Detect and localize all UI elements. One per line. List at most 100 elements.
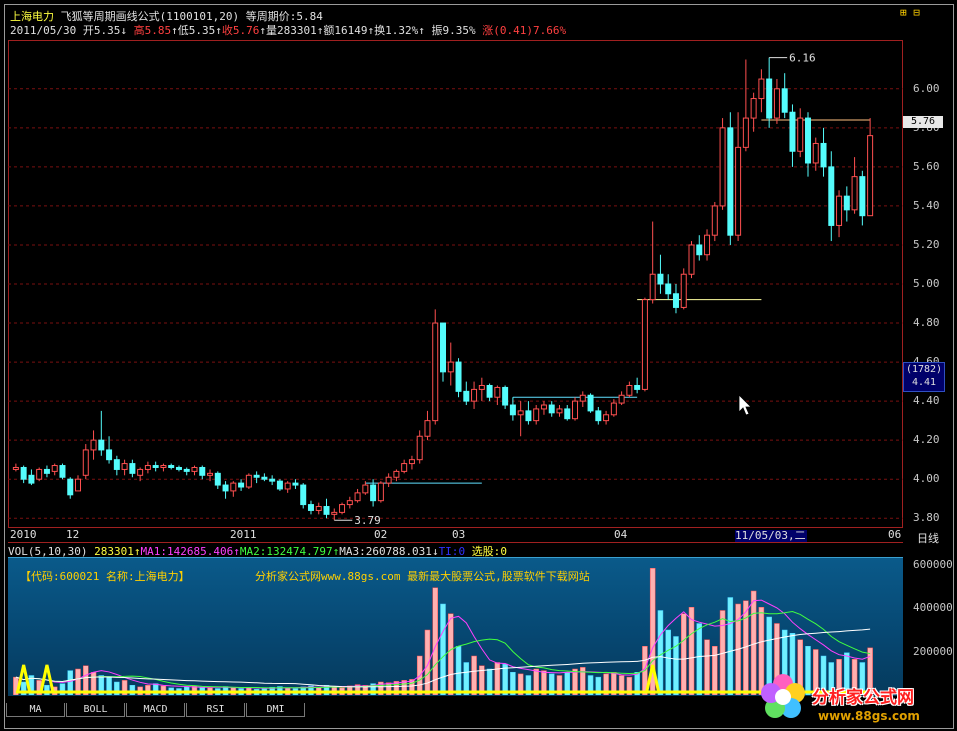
- candle-body: [36, 468, 43, 480]
- candle-body: [75, 478, 82, 492]
- candle-body: [222, 484, 229, 492]
- down-arrow-icon: ↓: [120, 24, 127, 37]
- candle-body: [463, 390, 470, 402]
- indicator-tabs: MA BOLL MACD RSI DMI: [6, 703, 306, 717]
- change-label: 涨: [482, 24, 494, 37]
- candle-body: [59, 465, 66, 478]
- candle-body: [315, 506, 322, 511]
- tab-boll[interactable]: BOLL: [66, 703, 125, 717]
- candle-body: [696, 244, 703, 256]
- candle-body: [245, 474, 252, 488]
- up-arrow-icon: ↑: [215, 24, 222, 37]
- candle-body: [579, 394, 586, 402]
- volume-bar: [145, 685, 151, 695]
- candle-body: [812, 142, 819, 164]
- date-tick-label: 02: [374, 528, 388, 541]
- candle-body: [346, 500, 353, 506]
- mouse-cursor-icon: [738, 394, 752, 416]
- candle-body: [789, 111, 796, 152]
- logo-url: www.88gs.com: [818, 709, 920, 723]
- candle-body: [292, 482, 299, 486]
- low-label: 3.79: [354, 514, 381, 527]
- price-tick-label: 5.00: [913, 277, 940, 290]
- volume-bar: [160, 685, 167, 695]
- high-label: 6.16: [789, 52, 816, 65]
- candle-body: [540, 404, 547, 410]
- candle-body: [432, 322, 439, 422]
- candle-body: [672, 293, 679, 308]
- candle-body: [564, 408, 571, 420]
- candle-body: [168, 465, 175, 468]
- candle-body: [82, 449, 89, 476]
- stock-header-line2: 2011/05/30 开5.35↓ 高5.85↑低5.35↑收5.76↑量283…: [10, 22, 566, 38]
- candle-body: [51, 465, 58, 472]
- candle-body: [719, 127, 726, 207]
- date-tick-label: 2010: [10, 528, 37, 541]
- open-label: 开: [82, 24, 94, 37]
- volume-tick-label: 600000: [913, 557, 953, 571]
- quote-date: 2011/05/30: [10, 24, 77, 37]
- candle-body: [820, 142, 827, 168]
- candle-body: [735, 146, 742, 236]
- volume-bar: [696, 623, 703, 695]
- volume-bar: [704, 639, 710, 695]
- candle-body: [665, 283, 672, 295]
- candle-body: [269, 478, 276, 482]
- amount-label: 额: [323, 24, 335, 37]
- candle-body: [626, 385, 633, 396]
- high-label: 高: [133, 24, 145, 37]
- candle-body: [727, 127, 734, 236]
- volume-value: 283301: [276, 24, 317, 37]
- logo-name: 分析家公式网: [812, 688, 914, 708]
- candle-body: [804, 117, 811, 164]
- stock-code-text: 【代码:600021 名称:上海电力】: [20, 570, 190, 583]
- candle-body: [773, 88, 780, 119]
- volume-bar: [680, 613, 687, 695]
- volume-bar: [129, 685, 136, 695]
- candle-body: [137, 468, 144, 476]
- cursor-date: 11/05/03,二: [735, 529, 807, 542]
- candle-body: [486, 385, 493, 398]
- candle-body: [323, 506, 330, 515]
- candle-body: [867, 135, 874, 217]
- candle-body: [509, 404, 516, 416]
- date-tick-label: 03: [452, 528, 466, 541]
- tab-dmi[interactable]: DMI: [246, 703, 305, 717]
- price-tick-label: 4.40: [913, 394, 940, 408]
- candlestick-chart[interactable]: 6.16 3.79: [8, 40, 903, 528]
- candle-body: [525, 410, 532, 422]
- candle-body: [440, 322, 446, 373]
- price-tick-label: 4.00: [913, 472, 940, 486]
- candle-body: [595, 410, 602, 422]
- candle-body: [641, 299, 648, 390]
- tab-macd[interactable]: MACD: [126, 703, 185, 717]
- volume-bar: [440, 603, 446, 695]
- candle-body: [90, 439, 97, 451]
- candle-body: [230, 482, 237, 492]
- candle-body: [377, 482, 384, 502]
- candle-body: [447, 361, 454, 373]
- candle-body: [339, 504, 346, 513]
- up-arrow-icon: ↑: [259, 24, 266, 37]
- candle-body: [129, 463, 136, 474]
- low-value: 5.35: [188, 24, 216, 37]
- candle-body: [704, 234, 711, 256]
- change-value: (0.41)7.66%: [493, 24, 567, 37]
- candle-body: [67, 478, 74, 496]
- candle-body: [113, 459, 120, 470]
- amplitude-label: 振: [431, 24, 443, 37]
- candle-body: [649, 273, 656, 301]
- open-value: 5.35: [93, 24, 121, 37]
- candle-body: [20, 466, 27, 480]
- date-tick-label: 12: [66, 528, 80, 541]
- candle-body: [517, 410, 524, 416]
- candle-body: [362, 484, 369, 494]
- period-label[interactable]: 日线: [905, 530, 951, 545]
- candle-body: [680, 273, 687, 308]
- tab-ma[interactable]: MA: [6, 703, 65, 717]
- tab-rsi[interactable]: RSI: [186, 703, 245, 717]
- price-tick-label: 5.60: [913, 159, 940, 173]
- candle-body: [688, 244, 695, 275]
- candle-body: [424, 420, 431, 437]
- candle-body: [183, 468, 190, 472]
